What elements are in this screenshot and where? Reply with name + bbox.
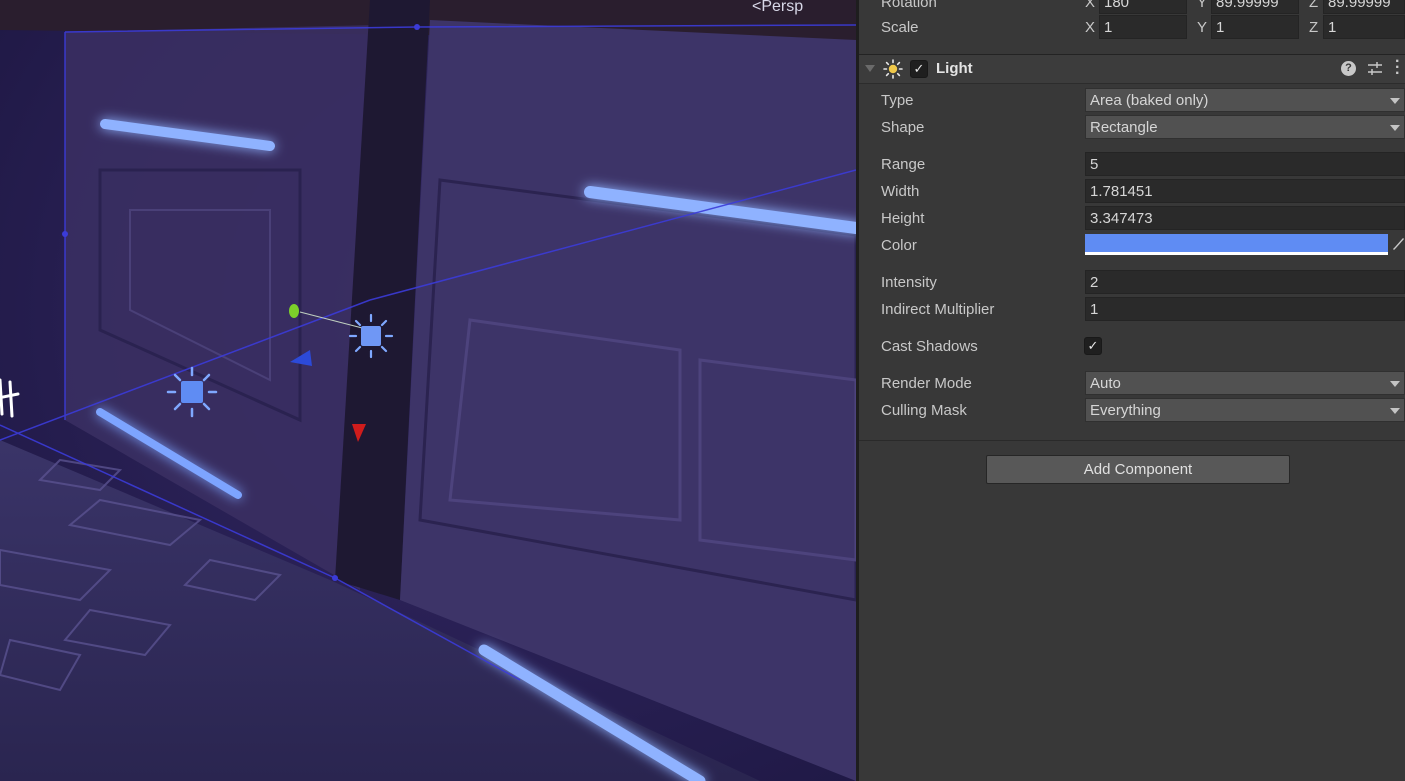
scale-x-field[interactable]: 1 [1099, 15, 1187, 39]
light-enabled-checkbox[interactable]: ✓ [910, 60, 928, 78]
intensity-field[interactable]: 2 [1085, 270, 1405, 294]
type-row: Type Area (baked only) [859, 88, 1405, 114]
triangle-down-icon [1390, 98, 1400, 104]
sun-icon [348, 313, 394, 359]
checkmark-icon: ✓ [913, 61, 925, 76]
width-field[interactable]: 1.781451 [1085, 179, 1405, 203]
light-icon-selected[interactable] [348, 313, 394, 359]
shape-dropdown[interactable]: Rectangle [1085, 115, 1405, 139]
component-separator [859, 440, 1405, 441]
sun-icon [883, 59, 903, 79]
color-row: Color [859, 233, 1405, 259]
scale-z-field[interactable]: 1 [1323, 15, 1405, 39]
scene-view[interactable]: <Persp [0, 0, 856, 781]
height-row: Height 3.347473 [859, 206, 1405, 232]
scale-y-field[interactable]: 1 [1211, 15, 1299, 39]
triangle-down-icon[interactable] [865, 65, 875, 72]
color-swatch[interactable] [1085, 234, 1388, 255]
rotation-y-field[interactable]: 89.99999 [1211, 0, 1299, 14]
triangle-down-icon [1390, 381, 1400, 387]
indirect-multiplier-field[interactable]: 1 [1085, 297, 1405, 321]
height-field[interactable]: 3.347473 [1085, 206, 1405, 230]
rotation-x-field[interactable]: 180 [1099, 0, 1187, 14]
culling-mask-row: Culling Mask Everything [859, 398, 1405, 424]
question-icon[interactable]: ? [1341, 61, 1356, 76]
render-mode-row: Render Mode Auto [859, 371, 1405, 397]
indirect-multiplier-row: Indirect Multiplier 1 [859, 297, 1405, 323]
scene-render [0, 0, 856, 781]
render-mode-dropdown[interactable]: Auto [1085, 371, 1405, 395]
cast-shadows-checkbox[interactable]: ✓ [1084, 337, 1102, 355]
intensity-row: Intensity 2 [859, 270, 1405, 296]
rotation-row: Rotation X 180 Y 89.99999 Z 89.99999 [859, 0, 1405, 16]
culling-mask-dropdown[interactable]: Everything [1085, 398, 1405, 422]
range-row: Range 5 [859, 152, 1405, 178]
width-row: Width 1.781451 [859, 179, 1405, 205]
cast-shadows-row: Cast Shadows ✓ [859, 334, 1405, 360]
type-dropdown[interactable]: Area (baked only) [1085, 88, 1405, 112]
add-component-button[interactable]: Add Component [986, 455, 1290, 484]
triangle-down-icon [1390, 408, 1400, 414]
component-title: Light [936, 60, 973, 77]
eyedropper-icon[interactable] [1391, 237, 1405, 253]
sliders-icon[interactable] [1367, 61, 1383, 77]
inspector-panel: Rotation X 180 Y 89.99999 Z 89.99999 Sca… [859, 0, 1405, 781]
scene-overlay-mark [0, 376, 22, 420]
light-icon-left[interactable] [166, 366, 218, 418]
view-mode-label[interactable]: <Persp [752, 0, 803, 16]
kebab-icon[interactable]: · · · [1395, 54, 1403, 82]
scale-row: Scale X 1 Y 1 Z 1 [859, 15, 1405, 41]
sun-icon [166, 366, 218, 418]
light-component-header[interactable]: ✓ Light ? · · · [859, 54, 1405, 84]
chevron-left-icon: < [752, 0, 762, 15]
shape-row: Shape Rectangle [859, 115, 1405, 141]
rotation-z-field[interactable]: 89.99999 [1323, 0, 1405, 14]
range-field[interactable]: 5 [1085, 152, 1405, 176]
checkmark-icon: ✓ [1087, 338, 1099, 353]
triangle-down-icon [1390, 125, 1400, 131]
